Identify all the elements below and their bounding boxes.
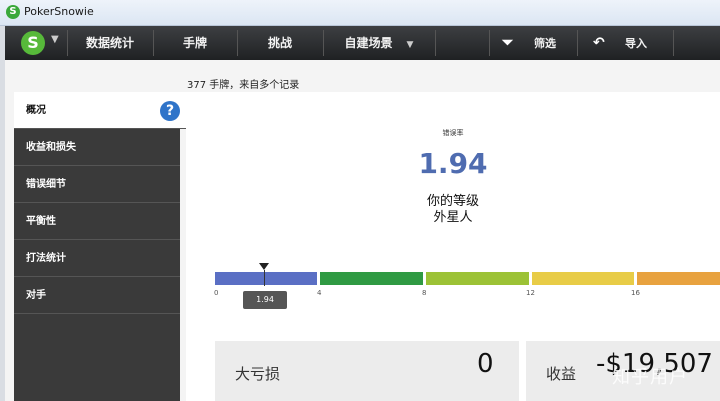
scale-segment-green bbox=[320, 272, 423, 285]
sidebar-item-profit-loss[interactable]: 收益和损失 bbox=[14, 129, 180, 166]
import-button[interactable]: ↶ 导入 bbox=[593, 26, 647, 60]
filter-button[interactable]: ⏷ 筛选 bbox=[502, 26, 556, 60]
error-rate-value: 1.94 bbox=[418, 147, 488, 180]
main-menubar: S ▼ 数据统计 手牌 挑战 自建场景 ▼ ⏷ 筛选 ↶ 导入 bbox=[5, 26, 720, 61]
help-icon[interactable]: ? bbox=[160, 101, 180, 121]
undo-arrow-icon: ↶ bbox=[593, 35, 605, 51]
menu-item-statistics[interactable]: 数据统计 bbox=[67, 26, 153, 60]
scale-segment-yellow-green bbox=[426, 272, 529, 285]
watermark: 知乎用户 bbox=[612, 367, 688, 388]
menu-divider bbox=[577, 30, 578, 56]
scale-tick-label: 8 bbox=[422, 289, 427, 297]
sidebar-item-play-stats[interactable]: 打法统计 bbox=[14, 240, 180, 277]
scale-marker-line bbox=[264, 270, 265, 286]
menu-divider bbox=[489, 30, 490, 56]
filter-button-label: 筛选 bbox=[534, 37, 556, 50]
menu-item-custom-scenario[interactable]: 自建场景 ▼ bbox=[323, 26, 435, 60]
level-value: 外星人 bbox=[433, 210, 473, 225]
stat-card-value: 0 bbox=[477, 349, 494, 379]
current-value-badge: 1.94 bbox=[243, 291, 287, 309]
sidebar: 概况 ? 收益和损失 错误细节 平衡性 打法统计 对手 bbox=[14, 92, 190, 401]
scale-tick-label: 4 bbox=[317, 289, 322, 297]
sidebar-item-label: 概况 bbox=[26, 105, 46, 116]
menu-item-hands[interactable]: 手牌 bbox=[153, 26, 237, 60]
overview-panel: 错误率 1.94 你的等级 外星人 0 4 8 12 16 1.94 大亏损 0… bbox=[186, 92, 720, 401]
scale-tick-label: 12 bbox=[526, 289, 535, 297]
scale-marker-icon bbox=[259, 263, 269, 270]
menu-item-custom-scenario-label: 自建场景 bbox=[344, 36, 393, 50]
menu-item-challenge[interactable]: 挑战 bbox=[237, 26, 323, 60]
stat-card-label: 收益 bbox=[546, 365, 577, 383]
funnel-icon: ⏷ bbox=[502, 35, 514, 51]
hands-summary: 377 手牌，来自多个记录 bbox=[187, 80, 300, 91]
sidebar-item-balance[interactable]: 平衡性 bbox=[14, 203, 180, 240]
window-title: PokerSnowie bbox=[24, 5, 94, 18]
sidebar-item-error-details[interactable]: 错误细节 bbox=[14, 166, 180, 203]
scale-segment-yellow bbox=[532, 272, 634, 285]
scale-tick-label: 0 bbox=[214, 289, 219, 297]
app-logo-icon: S bbox=[6, 5, 20, 19]
stat-card-big-loss: 大亏损 0 bbox=[215, 341, 519, 401]
import-button-label: 导入 bbox=[625, 37, 647, 50]
stat-card-label: 大亏损 bbox=[235, 365, 281, 383]
chevron-down-icon: ▼ bbox=[406, 40, 414, 50]
menu-divider bbox=[673, 30, 674, 56]
snowie-logo-button[interactable]: S bbox=[21, 31, 45, 55]
error-rate-label: 错误率 bbox=[442, 129, 464, 137]
scale-segment-blue bbox=[215, 272, 317, 285]
scale-tick-label: 16 bbox=[631, 289, 640, 297]
scale-segment-orange bbox=[637, 272, 720, 285]
menu-divider bbox=[435, 30, 436, 56]
sidebar-item-overview[interactable]: 概况 ? bbox=[14, 92, 190, 129]
window-titlebar: S PokerSnowie bbox=[0, 0, 720, 26]
chevron-down-icon[interactable]: ▼ bbox=[51, 34, 59, 45]
sidebar-item-opponents[interactable]: 对手 bbox=[14, 277, 180, 314]
